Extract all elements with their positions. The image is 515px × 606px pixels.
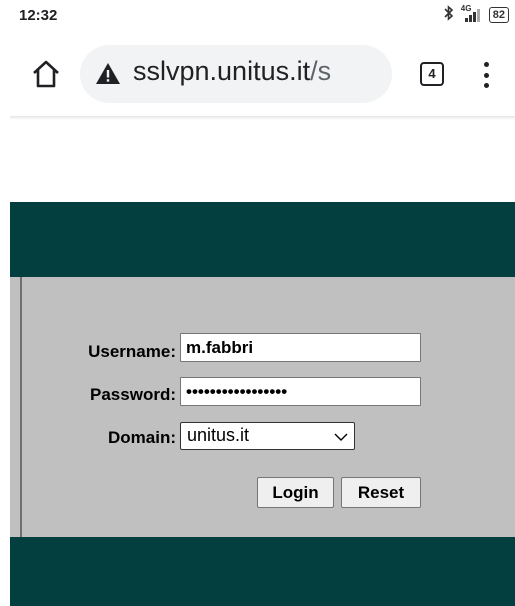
password-label: Password:: [90, 385, 176, 404]
domain-selected-value: unitus.it: [187, 425, 250, 445]
password-input[interactable]: [180, 377, 421, 406]
domain-label: Domain:: [108, 428, 176, 447]
username-label: Username:: [88, 342, 176, 361]
login-button[interactable]: Login: [257, 477, 334, 508]
header-band: [10, 202, 515, 277]
url-text[interactable]: sslvpn.unitus.it/s: [133, 56, 331, 87]
browser-toolbar: sslvpn.unitus.it/s 4: [0, 36, 515, 112]
username-input[interactable]: [180, 333, 421, 362]
status-bar: 12:32 4G 82: [0, 0, 515, 30]
toolbar-shadow: [10, 116, 515, 120]
status-icons: 4G 82: [443, 4, 509, 24]
footer-band: [10, 537, 515, 606]
domain-select[interactable]: unitus.it: [180, 422, 355, 450]
reset-button[interactable]: Reset: [341, 477, 421, 508]
chevron-down-icon: [334, 428, 348, 442]
url-path: /s: [310, 56, 332, 86]
bluetooth-icon: [443, 5, 455, 24]
not-secure-warning-icon[interactable]: [95, 62, 121, 85]
tab-switcher-icon[interactable]: 4: [420, 62, 444, 86]
signal-icon: 4G: [461, 4, 483, 24]
more-menu-icon[interactable]: [482, 62, 490, 88]
panel-divider: [20, 277, 22, 537]
login-panel: Username: Password: Domain: unitus.it Lo…: [10, 277, 515, 537]
url-host: sslvpn.unitus.it: [133, 56, 311, 86]
battery-icon: 82: [488, 6, 509, 23]
address-bar[interactable]: sslvpn.unitus.it/s: [80, 45, 392, 103]
home-icon[interactable]: [30, 58, 62, 90]
status-time: 12:32: [19, 7, 58, 24]
